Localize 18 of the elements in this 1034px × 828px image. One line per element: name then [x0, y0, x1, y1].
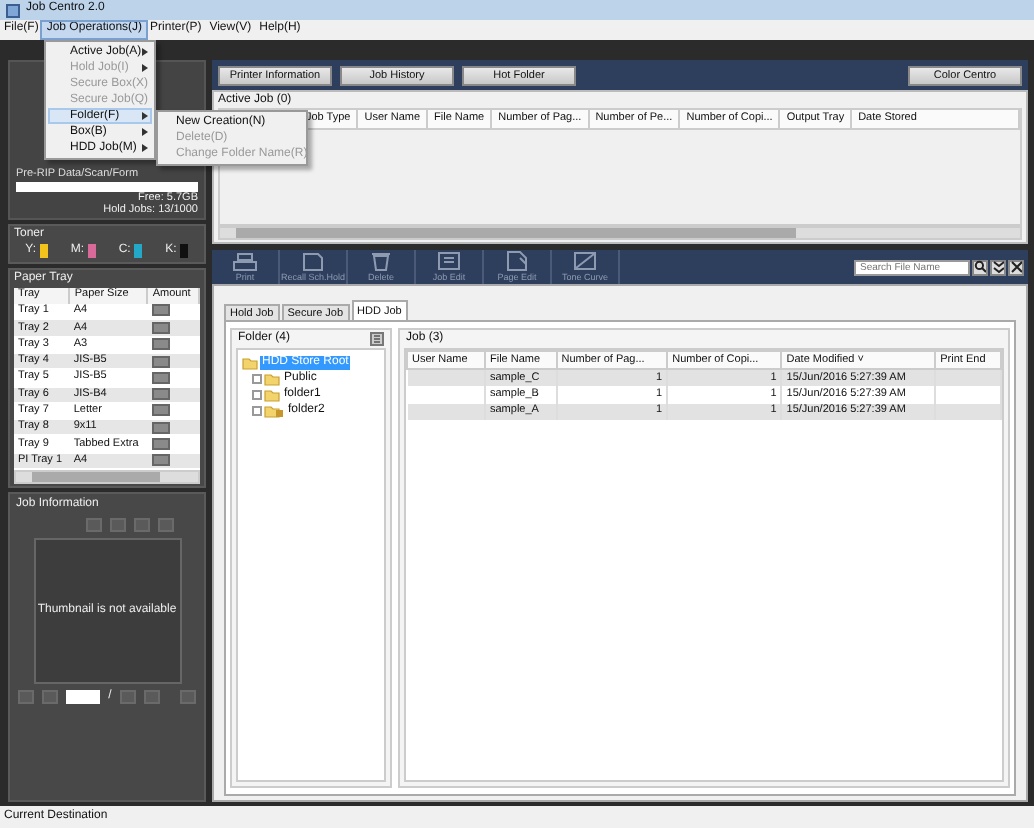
search-button[interactable]: [972, 259, 988, 275]
horizontal-scrollbar[interactable]: [218, 226, 1022, 240]
app-icon: [6, 3, 20, 17]
document-icon: [300, 250, 326, 273]
curve-icon: [572, 250, 598, 273]
previous-page-button[interactable]: [42, 690, 59, 705]
close-button[interactable]: [1008, 259, 1024, 275]
trash-icon: [368, 250, 394, 273]
last-page-button[interactable]: [143, 690, 160, 705]
page-number-field[interactable]: [66, 690, 101, 705]
folder-settings-icon[interactable]: [370, 332, 384, 346]
horizontal-scrollbar[interactable]: [14, 470, 200, 485]
next-page-button[interactable]: [119, 690, 136, 705]
document-icon: [436, 250, 462, 273]
first-page-button[interactable]: [18, 690, 35, 705]
printer-icon: [232, 250, 258, 273]
expand-button[interactable]: [990, 259, 1006, 275]
page-icon: [504, 250, 530, 273]
